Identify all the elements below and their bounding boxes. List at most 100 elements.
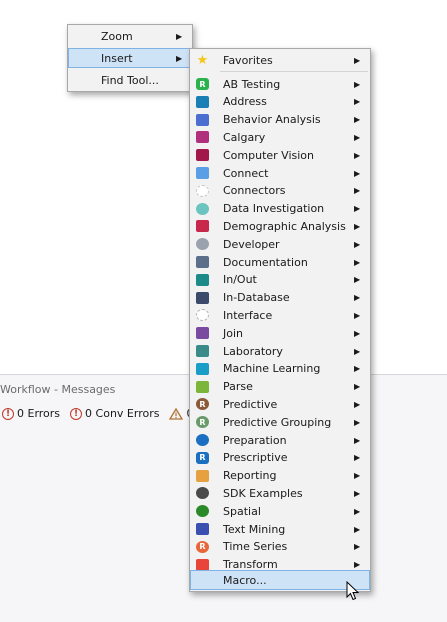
- menu-item-label: Spatial: [223, 504, 261, 518]
- predictive-icon: R: [196, 398, 209, 411]
- submenu-arrow-icon: ▶: [354, 542, 361, 552]
- menu-item-label: AB Testing: [223, 77, 281, 91]
- menu-item-label: Insert: [101, 51, 133, 65]
- menu-item-macro[interactable]: Macro...: [190, 570, 370, 590]
- submenu-arrow-icon: ▶: [354, 168, 361, 178]
- menu-item-find-tool[interactable]: Find Tool...: [69, 71, 191, 89]
- address-icon: [196, 95, 209, 108]
- insert-submenu: ★ Favorites ▶ R AB Testing ▶ Address ▶ Behavi…: [189, 48, 371, 592]
- menu-item-label: Parse: [223, 380, 253, 394]
- prescriptive-icon: R: [196, 451, 209, 464]
- menu-item-data-investigation[interactable]: Data Investigation ▶: [191, 200, 369, 218]
- menu-item-ab-testing[interactable]: R AB Testing ▶: [191, 75, 369, 93]
- predictive-grouping-icon: R: [196, 416, 209, 429]
- submenu-arrow-icon: ▶: [354, 560, 361, 570]
- submenu-arrow-icon: ▶: [354, 435, 361, 445]
- menu-item-zoom[interactable]: Zoom ▶: [69, 27, 191, 45]
- menu-item-label: Predictive: [223, 397, 278, 411]
- menu-item-parse[interactable]: Parse ▶: [191, 378, 369, 396]
- submenu-arrow-icon: ▶: [354, 115, 361, 125]
- menu-item-behavior-analysis[interactable]: Behavior Analysis ▶: [191, 111, 369, 129]
- canvas-context-menu: Zoom ▶ Insert ▶ Find Tool...: [67, 24, 193, 92]
- menu-item-label: Zoom: [101, 29, 133, 43]
- submenu-arrow-icon: ▶: [354, 204, 361, 214]
- time-series-icon: R: [196, 540, 209, 553]
- menu-item-insert[interactable]: Insert ▶: [68, 48, 192, 68]
- menu-item-connect[interactable]: Connect ▶: [191, 164, 369, 182]
- submenu-arrow-icon: ▶: [354, 79, 361, 89]
- machine-learning-icon: [196, 362, 209, 375]
- menu-item-computer-vision[interactable]: Computer Vision ▶: [191, 146, 369, 164]
- menu-item-label: Machine Learning: [223, 362, 321, 376]
- menu-item-label: Join: [223, 326, 244, 340]
- menu-separator: [220, 71, 368, 72]
- menu-item-label: Developer: [223, 237, 280, 251]
- menu-item-spatial[interactable]: Spatial ▶: [191, 502, 369, 520]
- menu-item-label: Time Series: [223, 540, 288, 554]
- documentation-icon: [196, 256, 209, 268]
- menu-item-label: Documentation: [223, 255, 308, 269]
- submenu-arrow-icon: ▶: [176, 53, 183, 63]
- menu-item-label: Macro...: [223, 573, 267, 587]
- menu-item-connectors[interactable]: Connectors ▶: [191, 182, 369, 200]
- menu-item-label: Address: [223, 95, 267, 109]
- submenu-arrow-icon: ▶: [354, 97, 361, 107]
- submenu-arrow-icon: ▶: [354, 132, 361, 142]
- submenu-arrow-icon: ▶: [354, 239, 361, 249]
- conv-errors-filter[interactable]: ! 0 Conv Errors: [70, 407, 159, 420]
- menu-item-machine-learning[interactable]: Machine Learning ▶: [191, 360, 369, 378]
- menu-item-calgary[interactable]: Calgary ▶: [191, 128, 369, 146]
- menu-item-in-database[interactable]: In-Database ▶: [191, 289, 369, 307]
- menu-item-predictive[interactable]: R Predictive ▶: [191, 395, 369, 413]
- submenu-arrow-icon: ▶: [354, 221, 361, 231]
- menu-item-join[interactable]: Join ▶: [191, 324, 369, 342]
- submenu-arrow-icon: ▶: [354, 453, 361, 463]
- submenu-arrow-icon: ▶: [354, 346, 361, 356]
- demographic-analysis-icon: [196, 220, 209, 233]
- menu-item-laboratory[interactable]: Laboratory ▶: [191, 342, 369, 360]
- menu-item-label: Preparation: [223, 433, 287, 447]
- mouse-cursor-icon: [346, 581, 360, 601]
- menu-item-address[interactable]: Address ▶: [191, 93, 369, 111]
- menu-item-time-series[interactable]: R Time Series ▶: [191, 538, 369, 556]
- menu-item-predictive-grouping[interactable]: R Predictive Grouping ▶: [191, 413, 369, 431]
- menu-item-favorites[interactable]: ★ Favorites ▶: [191, 51, 369, 69]
- menu-item-label: In-Database: [223, 291, 290, 305]
- menu-item-prescriptive[interactable]: R Prescriptive ▶: [191, 449, 369, 467]
- conv-errors-label: 0 Conv Errors: [85, 407, 160, 420]
- menu-item-text-mining[interactable]: Text Mining ▶: [191, 520, 369, 538]
- menu-item-label: Laboratory: [223, 344, 283, 358]
- parse-icon: [196, 380, 209, 393]
- menu-item-developer[interactable]: Developer ▶: [191, 235, 369, 253]
- in-out-icon: [196, 273, 209, 286]
- menu-item-documentation[interactable]: Documentation ▶: [191, 253, 369, 271]
- calgary-icon: [196, 131, 209, 144]
- menu-item-reporting[interactable]: Reporting ▶: [191, 467, 369, 485]
- menu-item-label: Prescriptive: [223, 451, 288, 465]
- star-icon: ★: [196, 52, 209, 68]
- menu-item-label: Interface: [223, 308, 273, 322]
- submenu-arrow-icon: ▶: [354, 257, 361, 267]
- submenu-arrow-icon: ▶: [354, 150, 361, 160]
- submenu-arrow-icon: ▶: [354, 186, 361, 196]
- menu-item-in-out[interactable]: In/Out ▶: [191, 271, 369, 289]
- submenu-arrow-icon: ▶: [354, 471, 361, 481]
- menu-item-label: Connect: [223, 166, 269, 180]
- submenu-arrow-icon: ▶: [354, 364, 361, 374]
- submenu-arrow-icon: ▶: [354, 275, 361, 285]
- messages-toolbar: ! 0 Errors ! 0 Conv Errors 0 W: [2, 407, 218, 420]
- menu-item-preparation[interactable]: Preparation ▶: [191, 431, 369, 449]
- menu-item-label: Reporting: [223, 469, 277, 483]
- submenu-arrow-icon: ▶: [354, 524, 361, 534]
- menu-item-label: Behavior Analysis: [223, 113, 321, 127]
- menu-item-label: Demographic Analysis: [223, 219, 346, 233]
- submenu-arrow-icon: ▶: [354, 506, 361, 516]
- menu-item-label: Calgary: [223, 130, 266, 144]
- menu-item-demographic-analysis[interactable]: Demographic Analysis ▶: [191, 217, 369, 235]
- menu-item-interface[interactable]: Interface ▶: [191, 306, 369, 324]
- interface-icon: [196, 309, 209, 322]
- menu-item-sdk-examples[interactable]: SDK Examples ▶: [191, 484, 369, 502]
- in-database-icon: [196, 291, 209, 304]
- connectors-icon: [196, 184, 209, 197]
- errors-filter[interactable]: ! 0 Errors: [2, 407, 60, 420]
